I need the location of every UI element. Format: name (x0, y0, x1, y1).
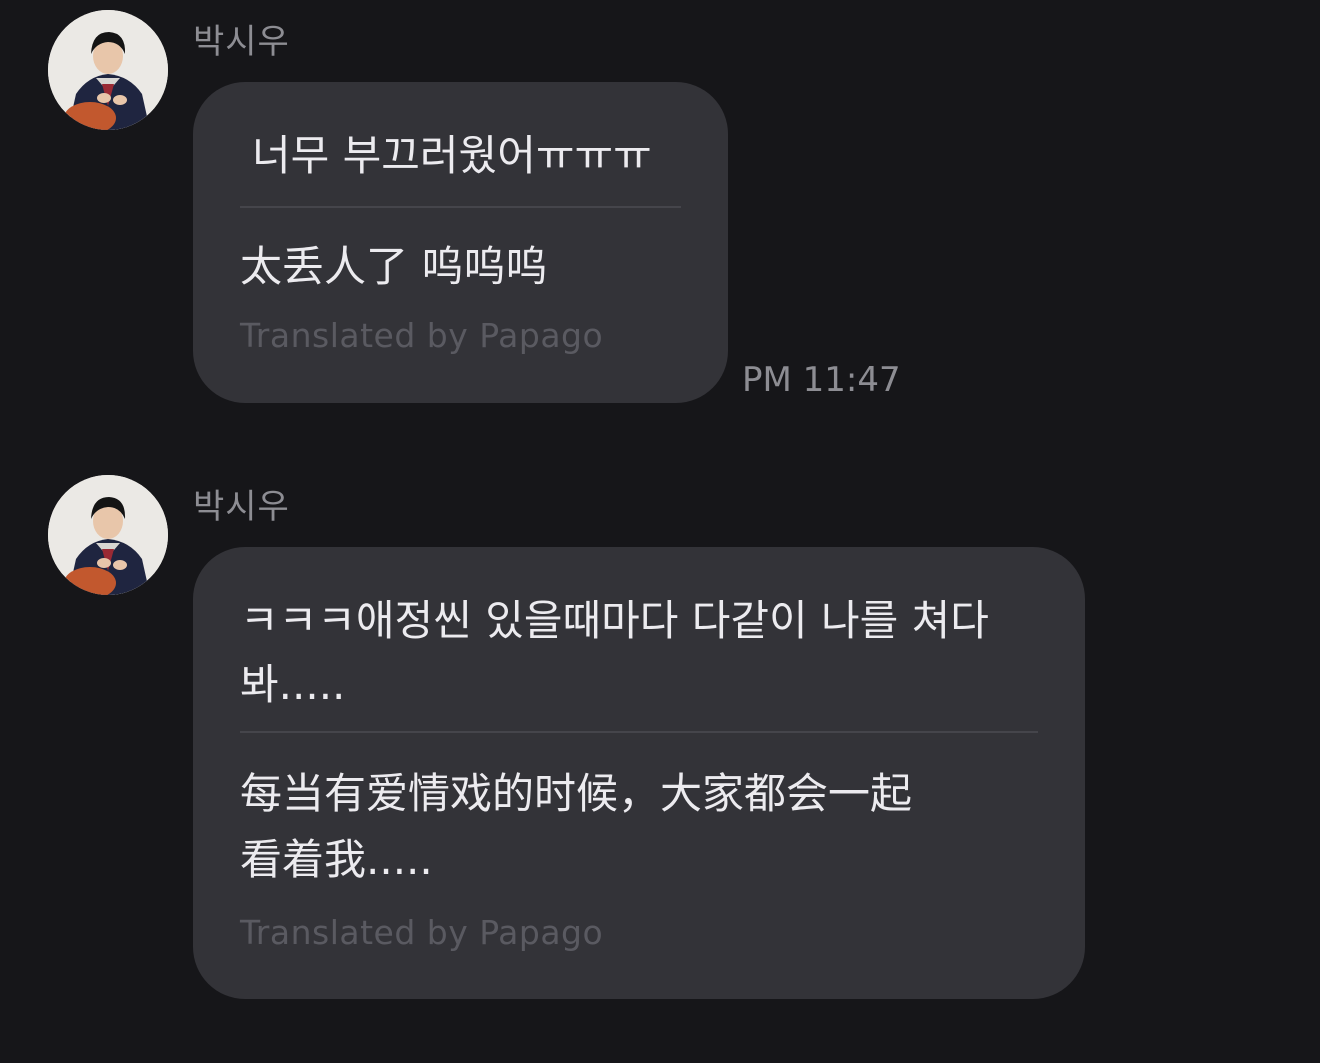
translated-text: 每当有爱情戏的时候，大家都会一起 看着我..... (240, 769, 913, 884)
message-bubble[interactable]: ㅋㅋㅋ애정씬 있을때마다 다같이 나를 쳐다 봐..... 每当有爱情戏的时候，… (193, 547, 1085, 999)
sender-name: 박시우 (193, 487, 290, 527)
message-timestamp: PM 11:47 (742, 360, 901, 400)
translated-text: 太丢人了 呜呜呜 (240, 242, 548, 291)
translation-divider (240, 206, 681, 208)
sender-name: 박시우 (193, 22, 290, 62)
message-bubble[interactable]: 너무 부끄러웠어ㅠㅠㅠ 太丢人了 呜呜呜 Translated by Papag… (193, 82, 728, 403)
original-text: 너무 부끄러웠어ㅠㅠㅠ (252, 131, 652, 180)
avatar[interactable] (48, 475, 168, 595)
chat-thread: 박시우 너무 부끄러웠어ㅠㅠㅠ 太丢人了 呜呜呜 Translated by P… (0, 0, 1320, 1063)
original-text: ㅋㅋㅋ애정씬 있을때마다 다같이 나를 쳐다 봐..... (240, 596, 1003, 709)
translation-credit: Translated by Papago (240, 913, 604, 952)
avatar[interactable] (48, 10, 168, 130)
translation-credit: Translated by Papago (240, 316, 604, 355)
profile-photo (48, 10, 168, 130)
profile-photo (48, 475, 168, 595)
translation-divider (240, 731, 1038, 733)
